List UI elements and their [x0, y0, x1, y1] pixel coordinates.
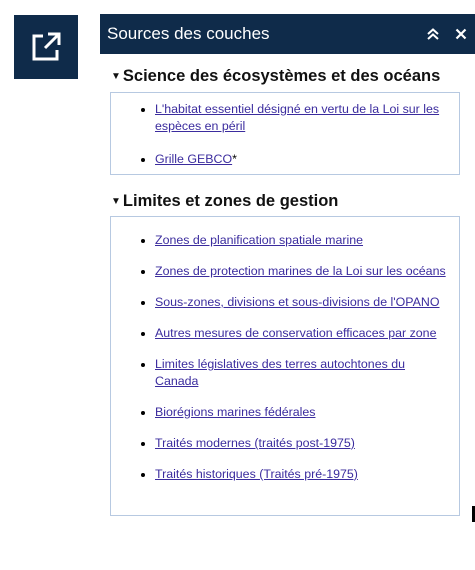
list-item: Sous-zones, divisions et sous-divisions … — [155, 294, 451, 311]
caret-down-icon: ▼ — [111, 71, 121, 82]
section-ecosystems: ▼Science des écosystèmes et des océans L… — [100, 65, 475, 175]
panel-header: Sources des couches — [100, 14, 475, 54]
caret-down-icon: ▼ — [111, 196, 121, 207]
list-item: Limites législatives des terres autochto… — [155, 356, 451, 390]
link-modern-treaties[interactable]: Traités modernes (traités post-1975) — [155, 436, 355, 450]
link-indigenous-lands[interactable]: Limites législatives des terres autochto… — [155, 357, 405, 388]
list-item: Traités historiques (Traités pré-1975) — [155, 466, 451, 483]
list-item: Autres mesures de conservation efficaces… — [155, 325, 451, 342]
link-historic-treaties[interactable]: Traités historiques (Traités pré-1975) — [155, 467, 358, 481]
list-item: Traités modernes (traités post-1975) — [155, 435, 451, 452]
link-marine-protected-areas[interactable]: Zones de protection marines de la Loi su… — [155, 264, 446, 278]
link-gebco-grid[interactable]: Grille GEBCO — [155, 152, 232, 166]
list-item: Zones de planification spatiale marine — [155, 232, 451, 249]
section-boundaries: ▼Limites et zones de gestion Zones de pl… — [100, 190, 475, 516]
list-item: Biorégions marines fédérales — [155, 404, 451, 421]
asterisk-note: * — [232, 152, 237, 166]
section-link-box: L'habitat essentiel désigné en vertu de … — [110, 92, 460, 175]
section-link-box: Zones de planification spatiale marine Z… — [110, 216, 460, 516]
collapse-button[interactable] — [419, 14, 447, 54]
double-chevron-up-icon — [427, 28, 439, 40]
link-critical-habitat[interactable]: L'habitat essentiel désigné en vertu de … — [155, 102, 439, 133]
open-external-button[interactable] — [14, 15, 78, 79]
list-item: Zones de protection marines de la Loi su… — [155, 263, 451, 280]
list-item: L'habitat essentiel désigné en vertu de … — [155, 101, 451, 135]
link-marine-spatial-planning[interactable]: Zones de planification spatiale marine — [155, 233, 363, 247]
section-title-toggle[interactable]: ▼ Limites et zones de gestion — [100, 190, 475, 213]
layer-sources-panel: Sources des couches ▼ Science des écosyst… — [100, 14, 475, 524]
close-button[interactable] — [447, 14, 475, 54]
panel-title: Sources des couches — [107, 24, 270, 43]
link-oecm[interactable]: Autres mesures de conservation efficaces… — [155, 326, 436, 340]
close-icon — [455, 28, 467, 40]
external-link-icon — [32, 32, 61, 61]
link-nafo-divisions[interactable]: Sous-zones, divisions et sous-divisions … — [155, 295, 440, 309]
section-title-toggle[interactable]: ▼ Science des écosystèmes et des océans — [100, 65, 475, 88]
list-item: Grille GEBCO* — [155, 151, 451, 168]
link-marine-bioregions[interactable]: Biorégions marines fédérales — [155, 405, 315, 419]
